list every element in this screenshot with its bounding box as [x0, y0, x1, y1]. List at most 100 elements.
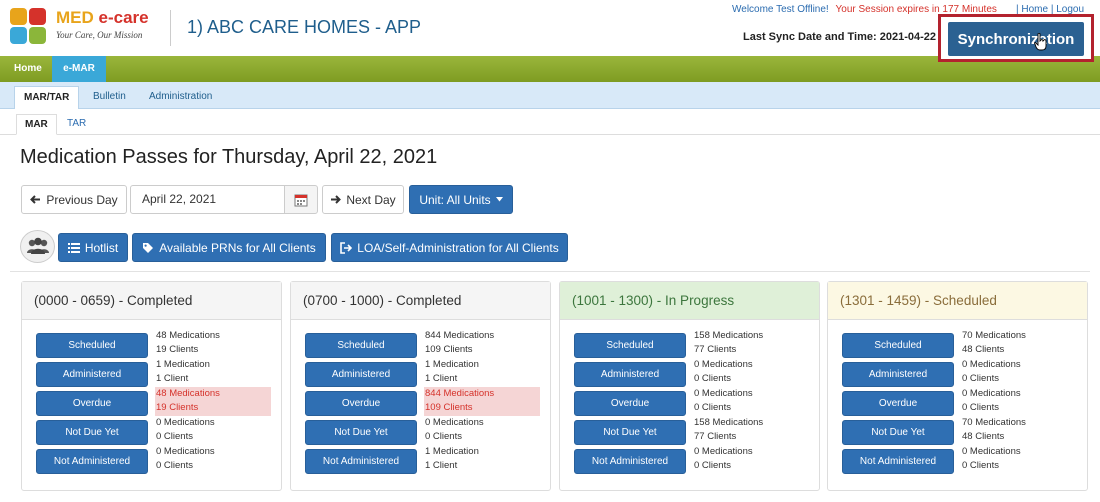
- welcome-text: Welcome Test Offline!: [732, 4, 829, 15]
- hand-cursor-icon: [1034, 33, 1047, 51]
- synchronization-button[interactable]: Synchronization: [948, 22, 1084, 56]
- previous-day-label: Previous Day: [46, 192, 118, 207]
- med-ecare-logo[interactable]: MED e-care Your Care, Our Mission: [10, 6, 160, 48]
- sign-out-icon: [340, 241, 353, 254]
- status-counts: 0 Medications 0 Clients: [694, 359, 753, 384]
- status-row-overdue: Overdue 844 Medications 109 Clients: [305, 387, 545, 418]
- not-administered-button[interactable]: Not Administered: [305, 449, 417, 474]
- administered-button[interactable]: Administered: [842, 362, 954, 387]
- list-icon: [67, 242, 80, 253]
- status-counts: 48 Medications 19 Clients: [156, 330, 220, 355]
- next-day-button[interactable]: Next Day: [322, 185, 404, 214]
- status-row-not-administered: Not Administered 0 Medications 0 Clients: [574, 446, 814, 476]
- status-row-scheduled: Scheduled 158 Medications 77 Clients: [574, 330, 814, 360]
- subnav-mar-tar[interactable]: MAR/TAR: [14, 86, 80, 109]
- status-row-not-administered: Not Administered 0 Medications 0 Clients: [842, 446, 1082, 476]
- overdue-button[interactable]: Overdue: [842, 391, 954, 416]
- not-due-yet-button[interactable]: Not Due Yet: [842, 420, 954, 445]
- status-row-administered: Administered 1 Medication 1 Client: [36, 359, 276, 389]
- status-counts: 1 Medication 1 Client: [425, 446, 479, 471]
- status-counts-overdue: 48 Medications 19 Clients: [155, 387, 271, 416]
- status-counts: 70 Medications 48 Clients: [962, 330, 1026, 355]
- status-counts: 70 Medications 48 Clients: [962, 417, 1026, 442]
- nav-home[interactable]: Home: [8, 56, 48, 82]
- status-counts: 0 Medications 0 Clients: [962, 446, 1021, 471]
- previous-day-button[interactable]: Previous Day: [21, 185, 127, 214]
- tab-mar[interactable]: MAR: [16, 114, 57, 135]
- tag-icon: [143, 242, 154, 253]
- group-clients-button[interactable]: [20, 230, 55, 263]
- main-nav: Home e-MAR: [0, 56, 1100, 82]
- status-row-scheduled: Scheduled 844 Medications 109 Clients: [305, 330, 545, 360]
- status-row-administered: Administered 1 Medication 1 Client: [305, 359, 545, 389]
- not-administered-button[interactable]: Not Administered: [36, 449, 148, 474]
- subnav-bulletin[interactable]: Bulletin: [84, 86, 135, 109]
- overdue-button[interactable]: Overdue: [36, 391, 148, 416]
- scheduled-button[interactable]: Scheduled: [574, 333, 686, 358]
- panel-title: (0700 - 1000) - Completed: [291, 282, 550, 320]
- scheduled-button[interactable]: Scheduled: [36, 333, 148, 358]
- status-row-scheduled: Scheduled 48 Medications 19 Clients: [36, 330, 276, 360]
- sub-nav: MAR/TAR Bulletin Administration: [0, 82, 1100, 109]
- overdue-button[interactable]: Overdue: [305, 391, 417, 416]
- arrow-right-icon: [331, 195, 342, 204]
- not-due-yet-button[interactable]: Not Due Yet: [305, 420, 417, 445]
- status-row-overdue: Overdue 0 Medications 0 Clients: [842, 388, 1082, 418]
- people-group-icon: [26, 237, 49, 254]
- pass-panel-0700-1000: (0700 - 1000) - Completed Scheduled 844 M…: [290, 281, 551, 491]
- status-counts: 1 Medication 1 Client: [425, 359, 479, 384]
- arrow-left-icon: [30, 195, 41, 204]
- logo-name: MED e-care: [56, 8, 149, 27]
- not-due-yet-button[interactable]: Not Due Yet: [36, 420, 148, 445]
- section-divider: [10, 271, 1090, 272]
- status-row-scheduled: Scheduled 70 Medications 48 Clients: [842, 330, 1082, 360]
- status-counts: 0 Medications 0 Clients: [156, 446, 215, 471]
- status-counts: 0 Medications 0 Clients: [425, 417, 484, 442]
- unit-dropdown[interactable]: Unit: All Units: [409, 185, 513, 214]
- administered-button[interactable]: Administered: [36, 362, 148, 387]
- not-due-yet-button[interactable]: Not Due Yet: [574, 420, 686, 445]
- status-counts: 0 Medications 0 Clients: [694, 388, 753, 413]
- hotlist-label: Hotlist: [84, 240, 119, 255]
- scheduled-button[interactable]: Scheduled: [842, 333, 954, 358]
- status-counts: 0 Medications 0 Clients: [694, 446, 753, 471]
- hotlist-button[interactable]: Hotlist: [58, 233, 128, 262]
- panel-title: (0000 - 0659) - Completed: [22, 282, 281, 320]
- caret-down-icon: [495, 197, 503, 202]
- status-counts: 0 Medications 0 Clients: [962, 388, 1021, 413]
- unit-dropdown-label: Unit: All Units: [419, 192, 491, 207]
- app-title: 1) ABC CARE HOMES - APP: [187, 17, 422, 37]
- status-row-not-administered: Not Administered 0 Medications 0 Clients: [36, 446, 276, 476]
- status-counts: 1 Medication 1 Client: [156, 359, 210, 384]
- synchronization-highlight: Synchronization: [938, 14, 1094, 62]
- status-row-overdue: Overdue 48 Medications 19 Clients: [36, 387, 276, 418]
- overdue-button[interactable]: Overdue: [574, 391, 686, 416]
- status-counts: 158 Medications 77 Clients: [694, 330, 764, 355]
- status-row-not-due-yet: Not Due Yet 0 Medications 0 Clients: [305, 417, 545, 447]
- subnav-administration[interactable]: Administration: [140, 86, 221, 109]
- last-sync-text: Last Sync Date and Time: 2021-04-22 10:2…: [743, 31, 948, 43]
- available-prns-button[interactable]: Available PRNs for All Clients: [132, 233, 326, 262]
- not-administered-button[interactable]: Not Administered: [842, 449, 954, 474]
- scheduled-button[interactable]: Scheduled: [305, 333, 417, 358]
- status-counts: 0 Medications 0 Clients: [156, 417, 215, 442]
- loa-self-admin-button[interactable]: LOA/Self-Administration for All Clients: [331, 233, 568, 262]
- administered-button[interactable]: Administered: [305, 362, 417, 387]
- administered-button[interactable]: Administered: [574, 362, 686, 387]
- status-row-not-due-yet: Not Due Yet 70 Medications 48 Clients: [842, 417, 1082, 447]
- page-title: Medication Passes for Thursday, April 22…: [20, 146, 438, 168]
- pass-panel-1001-1300: (1001 - 1300) - In Progress Scheduled 158…: [559, 281, 820, 491]
- status-counts: 158 Medications 77 Clients: [694, 417, 764, 442]
- logo-tagline: Your Care, Our Mission: [56, 30, 143, 40]
- pass-panel-1301-1459: (1301 - 1459) - Scheduled Scheduled 70 Me…: [827, 281, 1088, 491]
- puzzle-logo-icon: [10, 8, 48, 46]
- panel-title: (1301 - 1459) - Scheduled: [828, 282, 1087, 320]
- next-day-label: Next Day: [346, 192, 396, 207]
- date-field[interactable]: April 22, 2021: [130, 185, 285, 214]
- tab-tar[interactable]: TAR: [59, 114, 94, 135]
- nav-emar[interactable]: e-MAR: [52, 56, 106, 82]
- status-row-not-due-yet: Not Due Yet 0 Medications 0 Clients: [36, 417, 276, 447]
- not-administered-button[interactable]: Not Administered: [574, 449, 686, 474]
- calendar-button[interactable]: [284, 185, 318, 214]
- status-counts: 0 Medications 0 Clients: [962, 359, 1021, 384]
